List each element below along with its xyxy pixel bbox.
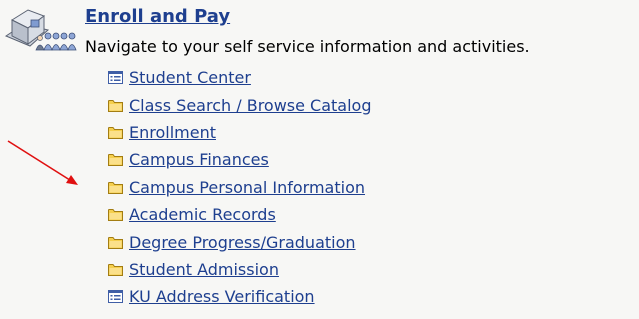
menu-item-class-search[interactable]: Class Search / Browse Catalog bbox=[108, 91, 372, 118]
folder-icon bbox=[108, 263, 123, 276]
enroll-and-pay-icon bbox=[4, 9, 77, 51]
folder-icon bbox=[108, 236, 123, 249]
menu-item-label[interactable]: Student Center bbox=[129, 68, 251, 87]
menu-item-campus-personal-information[interactable]: Campus Personal Information bbox=[108, 174, 372, 201]
enroll-and-pay-link[interactable]: Enroll and Pay bbox=[85, 6, 230, 27]
folder-icon bbox=[108, 154, 123, 167]
folder-icon bbox=[108, 209, 123, 222]
menu-item-label[interactable]: Degree Progress/Graduation bbox=[129, 233, 356, 252]
enroll-and-pay-menu: Student Center Class Search / Browse Cat… bbox=[108, 64, 372, 311]
menu-item-degree-progress[interactable]: Degree Progress/Graduation bbox=[108, 228, 372, 255]
folder-icon bbox=[108, 126, 123, 139]
menu-item-academic-records[interactable]: Academic Records bbox=[108, 201, 372, 228]
section-description: Navigate to your self service informatio… bbox=[85, 37, 530, 56]
menu-item-label[interactable]: KU Address Verification bbox=[129, 287, 315, 306]
folder-icon bbox=[108, 99, 123, 112]
menu-item-campus-finances[interactable]: Campus Finances bbox=[108, 146, 372, 173]
folder-icon bbox=[108, 181, 123, 194]
menu-item-label[interactable]: Enrollment bbox=[129, 123, 216, 142]
menu-item-label[interactable]: Campus Finances bbox=[129, 150, 269, 169]
list-page-icon bbox=[108, 290, 123, 304]
menu-item-label[interactable]: Class Search / Browse Catalog bbox=[129, 96, 372, 115]
menu-item-label[interactable]: Student Admission bbox=[129, 260, 279, 279]
list-page-icon bbox=[108, 71, 123, 85]
menu-item-enrollment[interactable]: Enrollment bbox=[108, 119, 372, 146]
menu-item-label[interactable]: Academic Records bbox=[129, 205, 276, 224]
menu-item-ku-address-verification[interactable]: KU Address Verification bbox=[108, 283, 372, 310]
menu-item-student-center[interactable]: Student Center bbox=[108, 64, 372, 91]
menu-item-student-admission[interactable]: Student Admission bbox=[108, 256, 372, 283]
menu-item-label[interactable]: Campus Personal Information bbox=[129, 178, 365, 197]
